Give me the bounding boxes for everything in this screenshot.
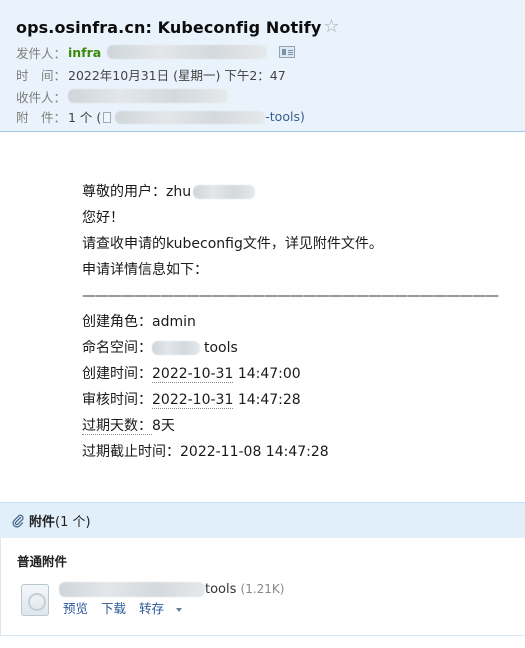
check-line: 请查收申请的kubeconfig文件，详见附件文件。	[82, 236, 383, 252]
greeting-line: 尊敬的用户：zhu	[82, 179, 525, 205]
attachment-panel: 普通附件 tools (1.21K) 预览 下载 转存	[0, 538, 525, 636]
reviewed-date[interactable]: 2022-10-31	[152, 392, 234, 409]
sender-row: 发件人： infra	[16, 42, 296, 62]
redacted-filename	[115, 110, 266, 124]
subject-row: ops.osinfra.cn: Kubeconfig Notify ☆	[16, 15, 340, 39]
attachment-bar: 附件 (1 个)	[0, 502, 525, 538]
attachment-label: 附 件：	[16, 109, 67, 125]
redacted-namespace	[152, 341, 200, 355]
file-icon[interactable]	[21, 584, 49, 616]
created-time: 14:47:00	[233, 366, 301, 382]
recipient-label: 收件人：	[16, 89, 67, 105]
paperclip-icon	[12, 514, 24, 528]
namespace-value: tools	[204, 340, 238, 356]
redacted-sender-email	[107, 45, 268, 59]
attachment-count: 1 个 (	[68, 109, 102, 125]
reviewed-line: 审核时间：2022-10-31 14:47:28	[82, 387, 525, 413]
attachment-name-tail: -tools)	[265, 108, 305, 124]
redacted-username	[193, 185, 256, 199]
save-to-label: 转存	[139, 601, 165, 616]
file-doc-icon	[103, 111, 112, 123]
deadline-line: 过期截止时间：2022-11-08 14:47:28	[82, 439, 525, 465]
created-date[interactable]: 2022-10-31	[152, 366, 234, 383]
save-to-link[interactable]: 转存	[139, 601, 183, 616]
attachment-link[interactable]: -tools)	[101, 109, 305, 124]
contact-card-icon[interactable]	[279, 46, 296, 58]
mail-body: 尊敬的用户：zhu 您好！ 请查收申请的kubeconfig文件，详见附件文件。…	[82, 179, 525, 465]
attachment-file: tools (1.21K)	[59, 580, 284, 598]
time-label: 时 间：	[16, 67, 67, 83]
mail-header: ops.osinfra.cn: Kubeconfig Notify ☆ 发件人：…	[0, 0, 525, 132]
mail-subject: ops.osinfra.cn: Kubeconfig Notify	[16, 17, 322, 37]
file-actions: 预览 下载 转存	[63, 600, 191, 618]
sender-name[interactable]: infra	[68, 45, 101, 60]
separator-line: ————————————————————————————————	[82, 288, 499, 304]
namespace-label: 命名空间：	[82, 340, 152, 356]
redacted-file-name	[59, 582, 205, 597]
attachment-title: 附件	[29, 515, 56, 530]
recipient-row: 收件人：	[16, 86, 228, 106]
sender-label: 发件人：	[16, 45, 67, 61]
file-name-tail[interactable]: tools	[205, 582, 236, 597]
created-line: 创建时间：2022-10-31 14:47:00	[82, 361, 525, 387]
preview-link[interactable]: 预览	[63, 601, 88, 616]
namespace-line: 命名空间： tools	[82, 335, 525, 361]
caret-down-icon	[176, 607, 183, 612]
reviewed-time: 14:47:28	[233, 392, 301, 408]
attachment-row: 附 件： 1 个 ( -tools)	[16, 106, 305, 126]
deadline-value: 2022-11-08 14:47:28	[180, 444, 329, 460]
role-label: 创建角色：	[82, 314, 152, 330]
deadline-label: 过期截止时间：	[82, 444, 180, 460]
star-icon[interactable]: ☆	[323, 18, 339, 36]
download-link[interactable]: 下载	[101, 601, 126, 616]
greeting-text: 尊敬的用户：zhu	[82, 184, 192, 200]
hello-line: 您好！	[82, 210, 124, 226]
time-value: 2022年10月31日 (星期一) 下午2：47	[68, 67, 286, 83]
redacted-recipient	[68, 89, 228, 103]
expiry-days-value: 8天	[152, 418, 175, 434]
attachment-title-count: (1 个)	[55, 515, 91, 530]
details-intro: 申请详情信息如下：	[82, 262, 208, 278]
time-row: 时 间： 2022年10月31日 (星期一) 下午2：47	[16, 64, 286, 84]
expiry-days-line: 过期天数：8天	[82, 413, 525, 439]
role-value: admin	[152, 314, 196, 330]
reviewed-label: 审核时间：	[82, 392, 152, 408]
role-line: 创建角色：admin	[82, 309, 525, 335]
attachment-section-title: 普通附件	[17, 554, 68, 569]
created-label: 创建时间：	[82, 366, 152, 382]
expiry-days-label: 过期天数：	[82, 418, 152, 435]
file-size: (1.21K)	[240, 582, 285, 596]
